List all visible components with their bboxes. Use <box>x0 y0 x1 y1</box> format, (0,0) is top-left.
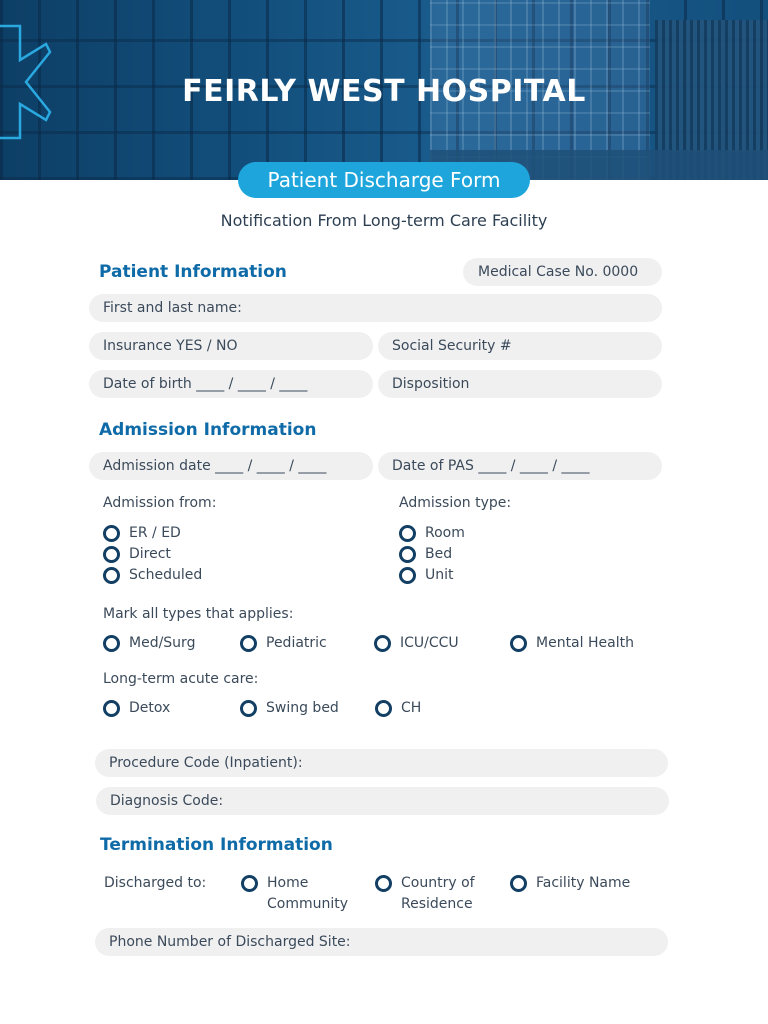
radio-admission-from-direct[interactable]: Direct <box>103 544 171 565</box>
radio-circle-icon <box>103 525 120 542</box>
radio-type-med-surg[interactable]: Med/Surg <box>103 633 195 654</box>
section-title-termination: Termination Information <box>100 835 333 855</box>
form-title-badge: Patient Discharge Form <box>238 162 530 198</box>
mark-types-label: Mark all types that applies: <box>103 606 294 622</box>
discharged-to-label: Discharged to: <box>104 875 207 891</box>
social-security-field[interactable]: Social Security # <box>378 332 662 360</box>
radio-circle-icon <box>510 875 527 892</box>
radio-circle-icon <box>240 700 257 717</box>
date-of-birth-field[interactable]: Date of birth ____ / ____ / ____ <box>89 370 373 398</box>
admission-type-label: Admission type: <box>399 495 512 511</box>
radio-admission-type-bed[interactable]: Bed <box>399 544 452 565</box>
radio-circle-icon <box>103 567 120 584</box>
radio-circle-icon <box>374 635 391 652</box>
radio-discharged-home-community[interactable]: Home Community <box>241 873 348 915</box>
radio-circle-icon <box>241 875 258 892</box>
radio-circle-icon <box>399 525 416 542</box>
header-banner: FEIRLY WEST HOSPITAL <box>0 0 768 180</box>
radio-circle-icon <box>103 546 120 563</box>
radio-type-mental-health[interactable]: Mental Health <box>510 633 634 654</box>
section-title-admission: Admission Information <box>99 420 317 440</box>
radio-circle-icon <box>240 635 257 652</box>
radio-admission-from-er[interactable]: ER / ED <box>103 523 181 544</box>
section-title-patient: Patient Information <box>99 262 287 282</box>
radio-circle-icon <box>399 546 416 563</box>
form-subtitle: Notification From Long-term Care Facilit… <box>220 211 548 230</box>
radio-admission-type-room[interactable]: Room <box>399 523 465 544</box>
radio-circle-icon <box>510 635 527 652</box>
radio-circle-icon <box>399 567 416 584</box>
medical-case-number-field[interactable]: Medical Case No. 0000 <box>463 258 662 286</box>
pas-date-field[interactable]: Date of PAS ____ / ____ / ____ <box>378 452 662 480</box>
discharged-site-phone-field[interactable]: Phone Number of Discharged Site: <box>95 928 668 956</box>
radio-circle-icon <box>103 700 120 717</box>
radio-circle-icon <box>103 635 120 652</box>
disposition-field[interactable]: Disposition <box>378 370 662 398</box>
admission-from-label: Admission from: <box>103 495 217 511</box>
radio-admission-type-unit[interactable]: Unit <box>399 565 454 586</box>
radio-ltac-detox[interactable]: Detox <box>103 698 170 719</box>
admission-date-field[interactable]: Admission date ____ / ____ / ____ <box>89 452 373 480</box>
radio-ltac-ch[interactable]: CH <box>375 698 421 719</box>
procedure-code-field[interactable]: Procedure Code (Inpatient): <box>95 749 668 777</box>
long-term-acute-care-label: Long-term acute care: <box>103 671 259 687</box>
hospital-name: FEIRLY WEST HOSPITAL <box>182 74 586 109</box>
diagnosis-code-field[interactable]: Diagnosis Code: <box>96 787 669 815</box>
insurance-field[interactable]: Insurance YES / NO <box>89 332 373 360</box>
name-field[interactable]: First and last name: <box>89 294 662 322</box>
radio-ltac-swing-bed[interactable]: Swing bed <box>240 698 339 719</box>
radio-admission-from-scheduled[interactable]: Scheduled <box>103 565 202 586</box>
radio-circle-icon <box>375 700 392 717</box>
radio-circle-icon <box>375 875 392 892</box>
radio-type-icu-ccu[interactable]: ICU/CCU <box>374 633 459 654</box>
radio-discharged-country-of-residence[interactable]: Country of Residence <box>375 873 475 915</box>
radio-discharged-facility-name[interactable]: Facility Name <box>510 873 630 894</box>
radio-type-pediatric[interactable]: Pediatric <box>240 633 327 654</box>
